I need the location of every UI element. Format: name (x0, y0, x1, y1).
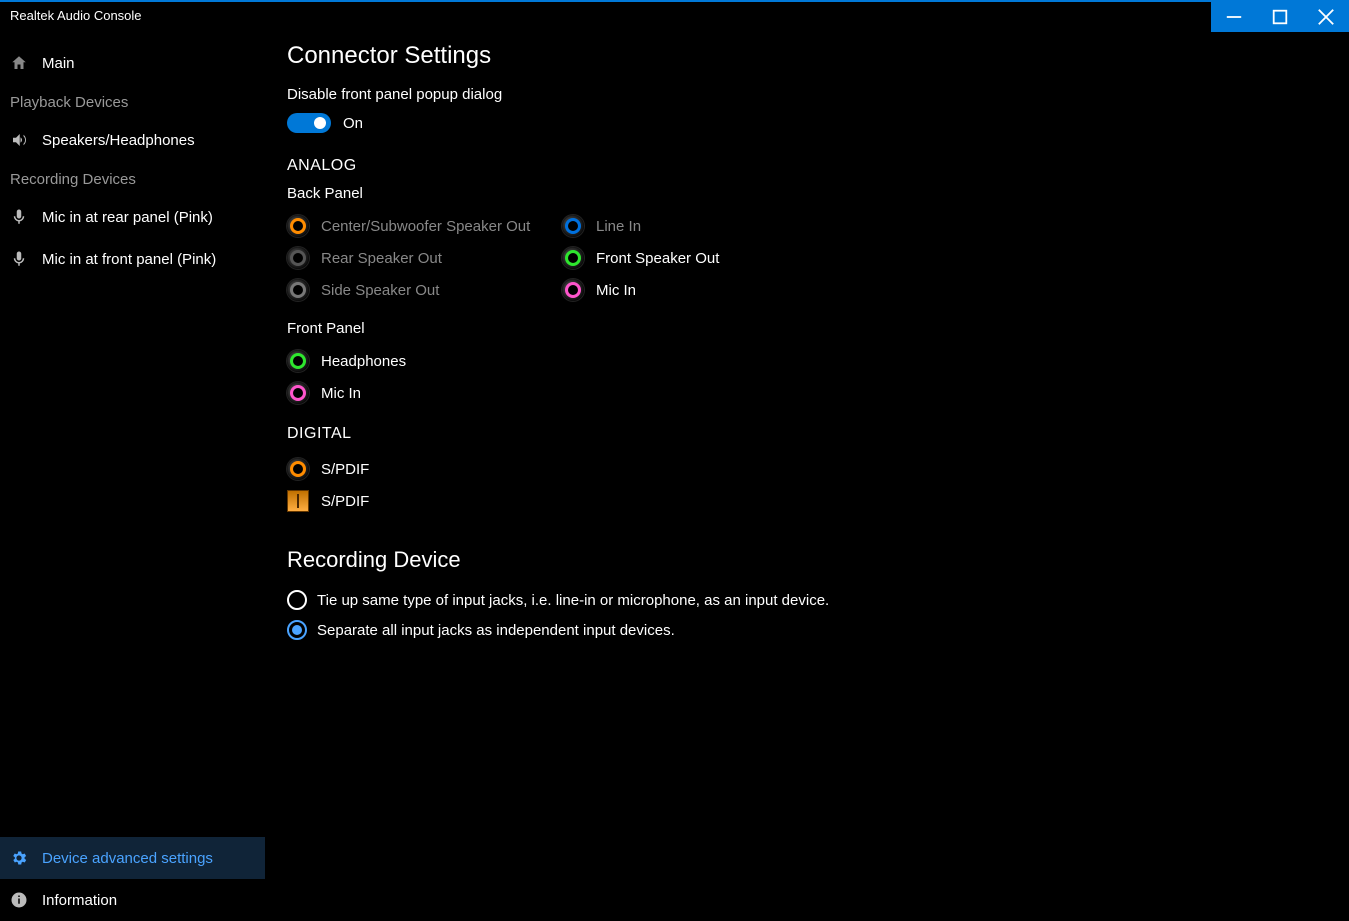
sidebar-item-main[interactable]: Main (0, 42, 265, 84)
jack-icon (287, 458, 309, 480)
sidebar-label: Device advanced settings (42, 850, 213, 867)
jack-label: Side Speaker Out (321, 282, 439, 299)
jack-row[interactable]: Side Speaker Out (287, 274, 562, 306)
analog-header: ANALOG (287, 157, 1349, 175)
recording-option-separate[interactable]: Separate all input jacks as independent … (287, 615, 1349, 645)
jack-label: Mic In (596, 282, 636, 299)
sidebar-label: Mic in at rear panel (Pink) (42, 209, 213, 226)
sidebar-item-mic-rear[interactable]: Mic in at rear panel (Pink) (0, 196, 265, 238)
recording-option-tie[interactable]: Tie up same type of input jacks, i.e. li… (287, 585, 1349, 615)
microphone-icon (10, 250, 28, 268)
jack-row[interactable]: Line In (562, 210, 719, 242)
front-panel-jacks: Headphones Mic In (287, 345, 1349, 409)
radio-label: Separate all input jacks as independent … (317, 622, 675, 639)
sidebar-label: Information (42, 892, 117, 909)
jack-icon (562, 279, 584, 301)
sidebar-label: Mic in at front panel (Pink) (42, 251, 216, 268)
gear-icon (10, 849, 28, 867)
jack-row[interactable]: Mic In (287, 377, 1349, 409)
radio-icon (287, 590, 307, 610)
radio-label: Tie up same type of input jacks, i.e. li… (317, 592, 829, 609)
jack-label: Rear Speaker Out (321, 250, 442, 267)
radio-icon (287, 620, 307, 640)
sidebar-item-speakers[interactable]: Speakers/Headphones (0, 119, 265, 161)
microphone-icon (10, 208, 28, 226)
minimize-button[interactable] (1211, 2, 1257, 32)
window-controls (1211, 2, 1349, 32)
jack-row[interactable]: S/PDIF (287, 453, 1349, 485)
sidebar-header-recording: Recording Devices (0, 161, 265, 196)
page-title: Connector Settings (287, 42, 1349, 70)
jack-label: S/PDIF (321, 461, 369, 478)
jack-label: Mic In (321, 385, 361, 402)
sidebar: Main Playback Devices Speakers/Headphone… (0, 32, 265, 921)
jack-row[interactable]: S/PDIF (287, 485, 1349, 517)
sidebar-header-playback: Playback Devices (0, 84, 265, 119)
disable-popup-toggle[interactable] (287, 113, 331, 133)
speaker-icon (10, 131, 28, 149)
jack-label: Headphones (321, 353, 406, 370)
sidebar-item-advanced[interactable]: Device advanced settings (0, 837, 265, 879)
jack-label: Center/Subwoofer Speaker Out (321, 218, 530, 235)
window-title: Realtek Audio Console (0, 2, 152, 29)
jack-row[interactable]: Front Speaker Out (562, 242, 719, 274)
jack-icon (562, 247, 584, 269)
content: Connector Settings Disable front panel p… (265, 32, 1349, 921)
toggle-state: On (343, 115, 363, 132)
digital-jacks: S/PDIF S/PDIF (287, 453, 1349, 517)
jack-row[interactable]: Headphones (287, 345, 1349, 377)
jack-icon (287, 279, 309, 301)
jack-icon (562, 215, 584, 237)
sidebar-label: Main (42, 55, 75, 72)
disable-popup-label: Disable front panel popup dialog (287, 86, 1349, 103)
jack-label: Line In (596, 218, 641, 235)
titlebar: Realtek Audio Console (0, 0, 1349, 32)
jack-icon (287, 350, 309, 372)
info-icon (10, 891, 28, 909)
back-panel-jacks: Center/Subwoofer Speaker Out Rear Speake… (287, 210, 1349, 306)
maximize-button[interactable] (1257, 2, 1303, 32)
digital-header: DIGITAL (287, 425, 1349, 443)
sidebar-item-information[interactable]: Information (0, 879, 265, 921)
jack-icon (287, 215, 309, 237)
jack-icon (287, 247, 309, 269)
jack-row[interactable]: Center/Subwoofer Speaker Out (287, 210, 562, 242)
jack-label: S/PDIF (321, 493, 369, 510)
sidebar-item-mic-front[interactable]: Mic in at front panel (Pink) (0, 238, 265, 280)
optical-icon (287, 490, 309, 512)
jack-icon (287, 382, 309, 404)
jack-row[interactable]: Mic In (562, 274, 719, 306)
front-panel-label: Front Panel (287, 320, 1349, 337)
recording-device-title: Recording Device (287, 547, 1349, 573)
back-panel-label: Back Panel (287, 185, 1349, 202)
close-button[interactable] (1303, 2, 1349, 32)
jack-row[interactable]: Rear Speaker Out (287, 242, 562, 274)
jack-label: Front Speaker Out (596, 250, 719, 267)
sidebar-label: Speakers/Headphones (42, 132, 195, 149)
home-icon (10, 54, 28, 72)
